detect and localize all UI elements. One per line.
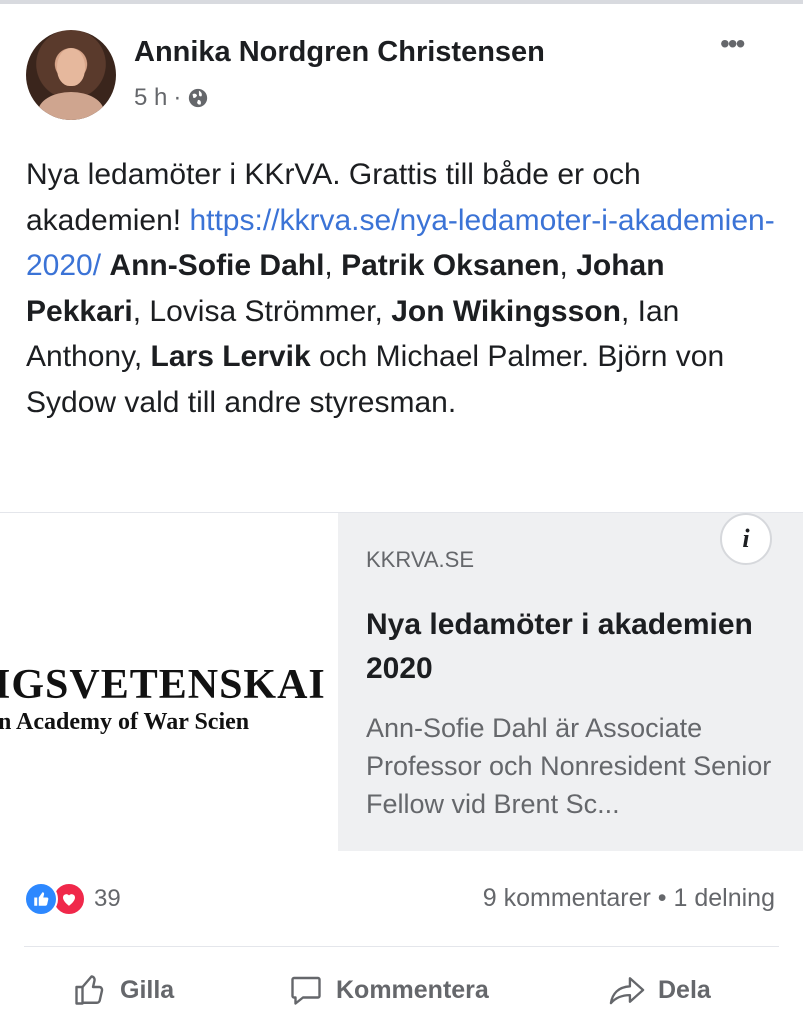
reactions-summary[interactable]: 39 (24, 882, 121, 916)
preview-image-subheading: n Academy of War Scien (0, 709, 250, 735)
comment-icon (291, 976, 321, 1005)
like-button[interactable]: Gilla (72, 972, 174, 1008)
more-options-icon[interactable]: ••• (720, 30, 764, 58)
mention-1[interactable]: Ann-Sofie Dahl (109, 249, 324, 282)
link-preview-card[interactable]: IGSVETENSKAI n Academy of War Scien KKRV… (0, 512, 803, 851)
author-name[interactable]: Annika Nordgren Christensen (134, 36, 545, 69)
share-button[interactable]: Dela (608, 972, 711, 1008)
avatar-shoulders (38, 92, 104, 120)
post-time[interactable]: 5 h (134, 84, 167, 112)
comment-button[interactable]: Kommentera (288, 972, 489, 1008)
mention-5[interactable]: Lars Lervik (151, 340, 311, 373)
actions-divider (24, 946, 779, 947)
comment-share-stats[interactable]: 9 kommentarer • 1 delning (483, 884, 775, 913)
name-separator: , Lovisa Strömmer, (132, 294, 392, 328)
globe-icon[interactable] (187, 87, 209, 109)
preview-image[interactable]: IGSVETENSKAI n Academy of War Scien (0, 513, 338, 851)
share-icon (609, 977, 645, 1005)
mention-2[interactable]: Patrik Oksanen (341, 249, 559, 282)
thumbs-up-icon (75, 975, 104, 1005)
post-text: Nya ledamöter i KKrVA. Grattis till både… (26, 152, 781, 425)
preview-description: Ann-Sofie Dahl är Associate Professor oc… (366, 713, 772, 819)
avatar[interactable] (26, 30, 116, 120)
mention-4[interactable]: Jon Wikingsson (391, 295, 621, 328)
name-separator: , (324, 249, 342, 282)
post-meta: 5 h · (134, 84, 209, 112)
preview-info[interactable]: KKRVA.SE Nya ledamöter i akademien 2020 … (338, 513, 803, 851)
share-label: Dela (658, 975, 711, 1004)
name-separator: , (559, 249, 577, 282)
like-reaction-icon (24, 882, 58, 916)
preview-domain: KKRVA.SE (366, 547, 475, 572)
preview-title[interactable]: Nya ledamöter i akademien 2020 (366, 603, 776, 691)
like-label: Gilla (120, 975, 175, 1004)
avatar-face (57, 48, 85, 86)
reaction-count: 39 (94, 885, 121, 912)
top-divider (0, 0, 803, 4)
preview-image-heading: IGSVETENSKAI (0, 662, 326, 708)
meta-separator: · (173, 84, 182, 111)
info-icon[interactable]: i (720, 513, 772, 565)
comment-label: Kommentera (336, 975, 489, 1004)
